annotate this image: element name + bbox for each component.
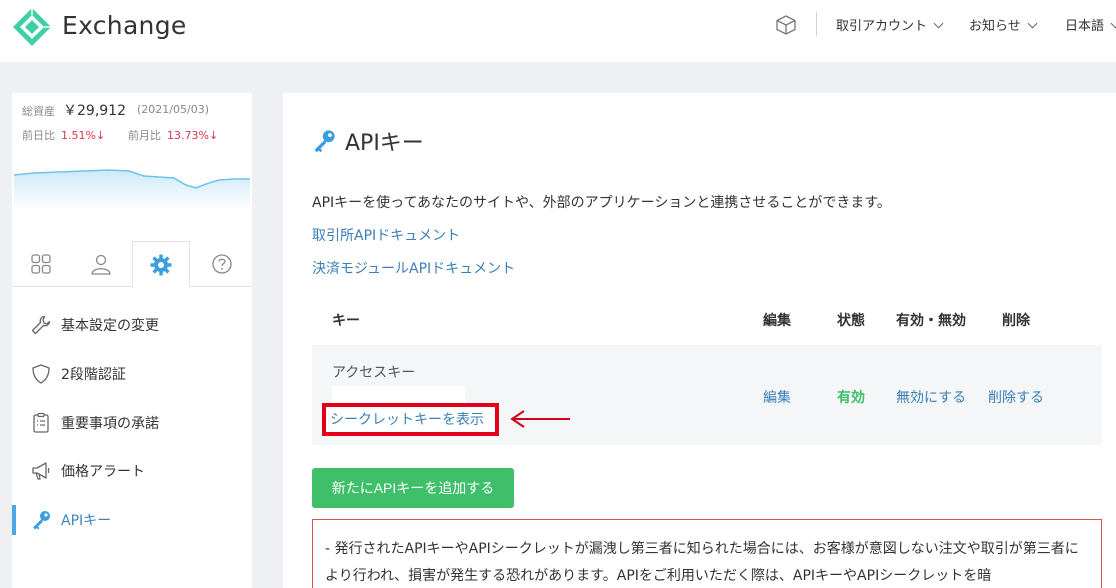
sidebar-item-2fa[interactable]: 2段階認証 xyxy=(12,354,252,394)
sidebar-item-important-terms[interactable]: 重要事項の承諾 xyxy=(12,403,252,443)
user-icon xyxy=(91,254,111,275)
payment-api-doc-link[interactable]: 決済モジュールAPIドキュメント xyxy=(312,258,515,278)
day-change-label: 前日比 xyxy=(22,129,55,142)
tab-help[interactable] xyxy=(193,241,251,287)
month-change: 前月比 13.73%↓ xyxy=(128,127,218,143)
menu-notices[interactable]: お知らせ xyxy=(969,15,1038,34)
day-change-value: 1.51%↓ xyxy=(61,129,106,142)
day-change: 前日比 1.51%↓ xyxy=(22,127,105,143)
brand-name[interactable]: Exchange xyxy=(62,11,187,40)
arrow-left-icon xyxy=(510,410,570,428)
delete-link[interactable]: 削除する xyxy=(988,387,1044,407)
tab-dashboard[interactable] xyxy=(12,241,70,287)
header-divider xyxy=(816,12,817,36)
sidebar-item-basic-settings[interactable]: 基本設定の変更 xyxy=(12,305,252,345)
main-panel: APIキー APIキーを使ってあなたのサイトや、外部のアプリケーションと連携させ… xyxy=(283,93,1116,588)
column-header-edit: 編集 xyxy=(763,313,791,329)
page-title: APIキー xyxy=(345,131,424,156)
add-api-key-button[interactable]: 新たにAPIキーを追加する xyxy=(312,468,514,508)
sidebar-item-label: 重要事項の承諾 xyxy=(61,416,159,432)
page-title-wrap: APIキー xyxy=(311,125,424,157)
column-header-status: 状態 xyxy=(837,313,865,329)
month-change-label: 前月比 xyxy=(128,129,161,142)
shield-icon xyxy=(30,363,52,385)
clipboard-icon xyxy=(30,412,52,434)
api-table-header: キー 編集 状態 有効・無効 削除 xyxy=(312,299,1102,345)
edit-link[interactable]: 編集 xyxy=(763,387,791,407)
column-header-toggle: 有効・無効 xyxy=(896,313,966,329)
assets-sparkline xyxy=(14,169,250,210)
exchange-logo-icon[interactable] xyxy=(12,7,52,47)
grid-icon xyxy=(31,254,51,274)
exchange-api-doc-link[interactable]: 取引所APIドキュメント xyxy=(312,225,460,245)
key-icon xyxy=(30,509,52,531)
column-header-delete: 削除 xyxy=(1002,313,1030,329)
page-description: APIキーを使ってあなたのサイトや、外部のアプリケーションと連携させることができ… xyxy=(312,195,891,211)
wrench-icon xyxy=(30,314,52,336)
column-header-key: キー xyxy=(332,313,360,329)
chevron-down-icon xyxy=(1110,18,1116,29)
warning-text: - 発行されたAPIキーやAPIシークレットが漏洩し第三者に知られた場合には、お… xyxy=(325,541,1079,584)
status-badge: 有効 xyxy=(837,390,865,406)
menu-trade-account-label: 取引アカウント xyxy=(836,19,928,34)
sidebar-item-label: 価格アラート xyxy=(61,464,145,480)
sidebar-item-label: 2段階認証 xyxy=(61,367,126,383)
warning-box: - 発行されたAPIキーやAPIシークレットが漏洩し第三者に知られた場合には、お… xyxy=(312,519,1102,588)
menu-trade-account[interactable]: 取引アカウント xyxy=(836,15,944,34)
sidebar: 総資産 ￥29,912 (2021/05/03) 前日比 1.51%↓ 前月比 13… xyxy=(12,93,252,588)
sidebar-item-price-alert[interactable]: 価格アラート xyxy=(12,451,252,491)
help-icon xyxy=(212,254,232,274)
key-icon xyxy=(314,130,335,153)
sidebar-tabs xyxy=(12,241,252,288)
menu-language-label: 日本語 xyxy=(1065,19,1105,34)
reveal-secret-key-link[interactable]: シークレットキーを表示 xyxy=(330,409,484,429)
menu-language[interactable]: 日本語 xyxy=(1065,15,1116,34)
gear-icon xyxy=(150,254,172,275)
tab-account[interactable] xyxy=(72,241,130,287)
menu-notices-label: お知らせ xyxy=(969,19,1021,34)
top-header: Exchange 取引アカウント お知らせ 日本語 xyxy=(0,0,1116,62)
access-key-label: アクセスキー xyxy=(332,365,416,381)
month-change-value: 13.73%↓ xyxy=(167,129,219,142)
disable-link[interactable]: 無効にする xyxy=(896,387,966,407)
total-assets-value: ￥29,912 xyxy=(63,103,126,119)
total-assets-label: 総資産 xyxy=(22,105,55,118)
megaphone-icon xyxy=(30,460,52,482)
total-assets-date: (2021/05/03) xyxy=(137,103,209,116)
cube-icon[interactable] xyxy=(775,14,797,36)
chevron-down-icon xyxy=(1027,18,1038,29)
chevron-down-icon xyxy=(933,18,944,29)
sidebar-item-label: APIキー xyxy=(61,513,112,529)
sidebar-item-label: 基本設定の変更 xyxy=(61,318,159,334)
table-row: アクセスキー シークレットキーを表示 編集 有効 無効にする 削除する xyxy=(312,345,1102,445)
sidebar-item-api-key[interactable]: APIキー xyxy=(12,500,252,540)
tab-settings[interactable] xyxy=(132,241,190,288)
